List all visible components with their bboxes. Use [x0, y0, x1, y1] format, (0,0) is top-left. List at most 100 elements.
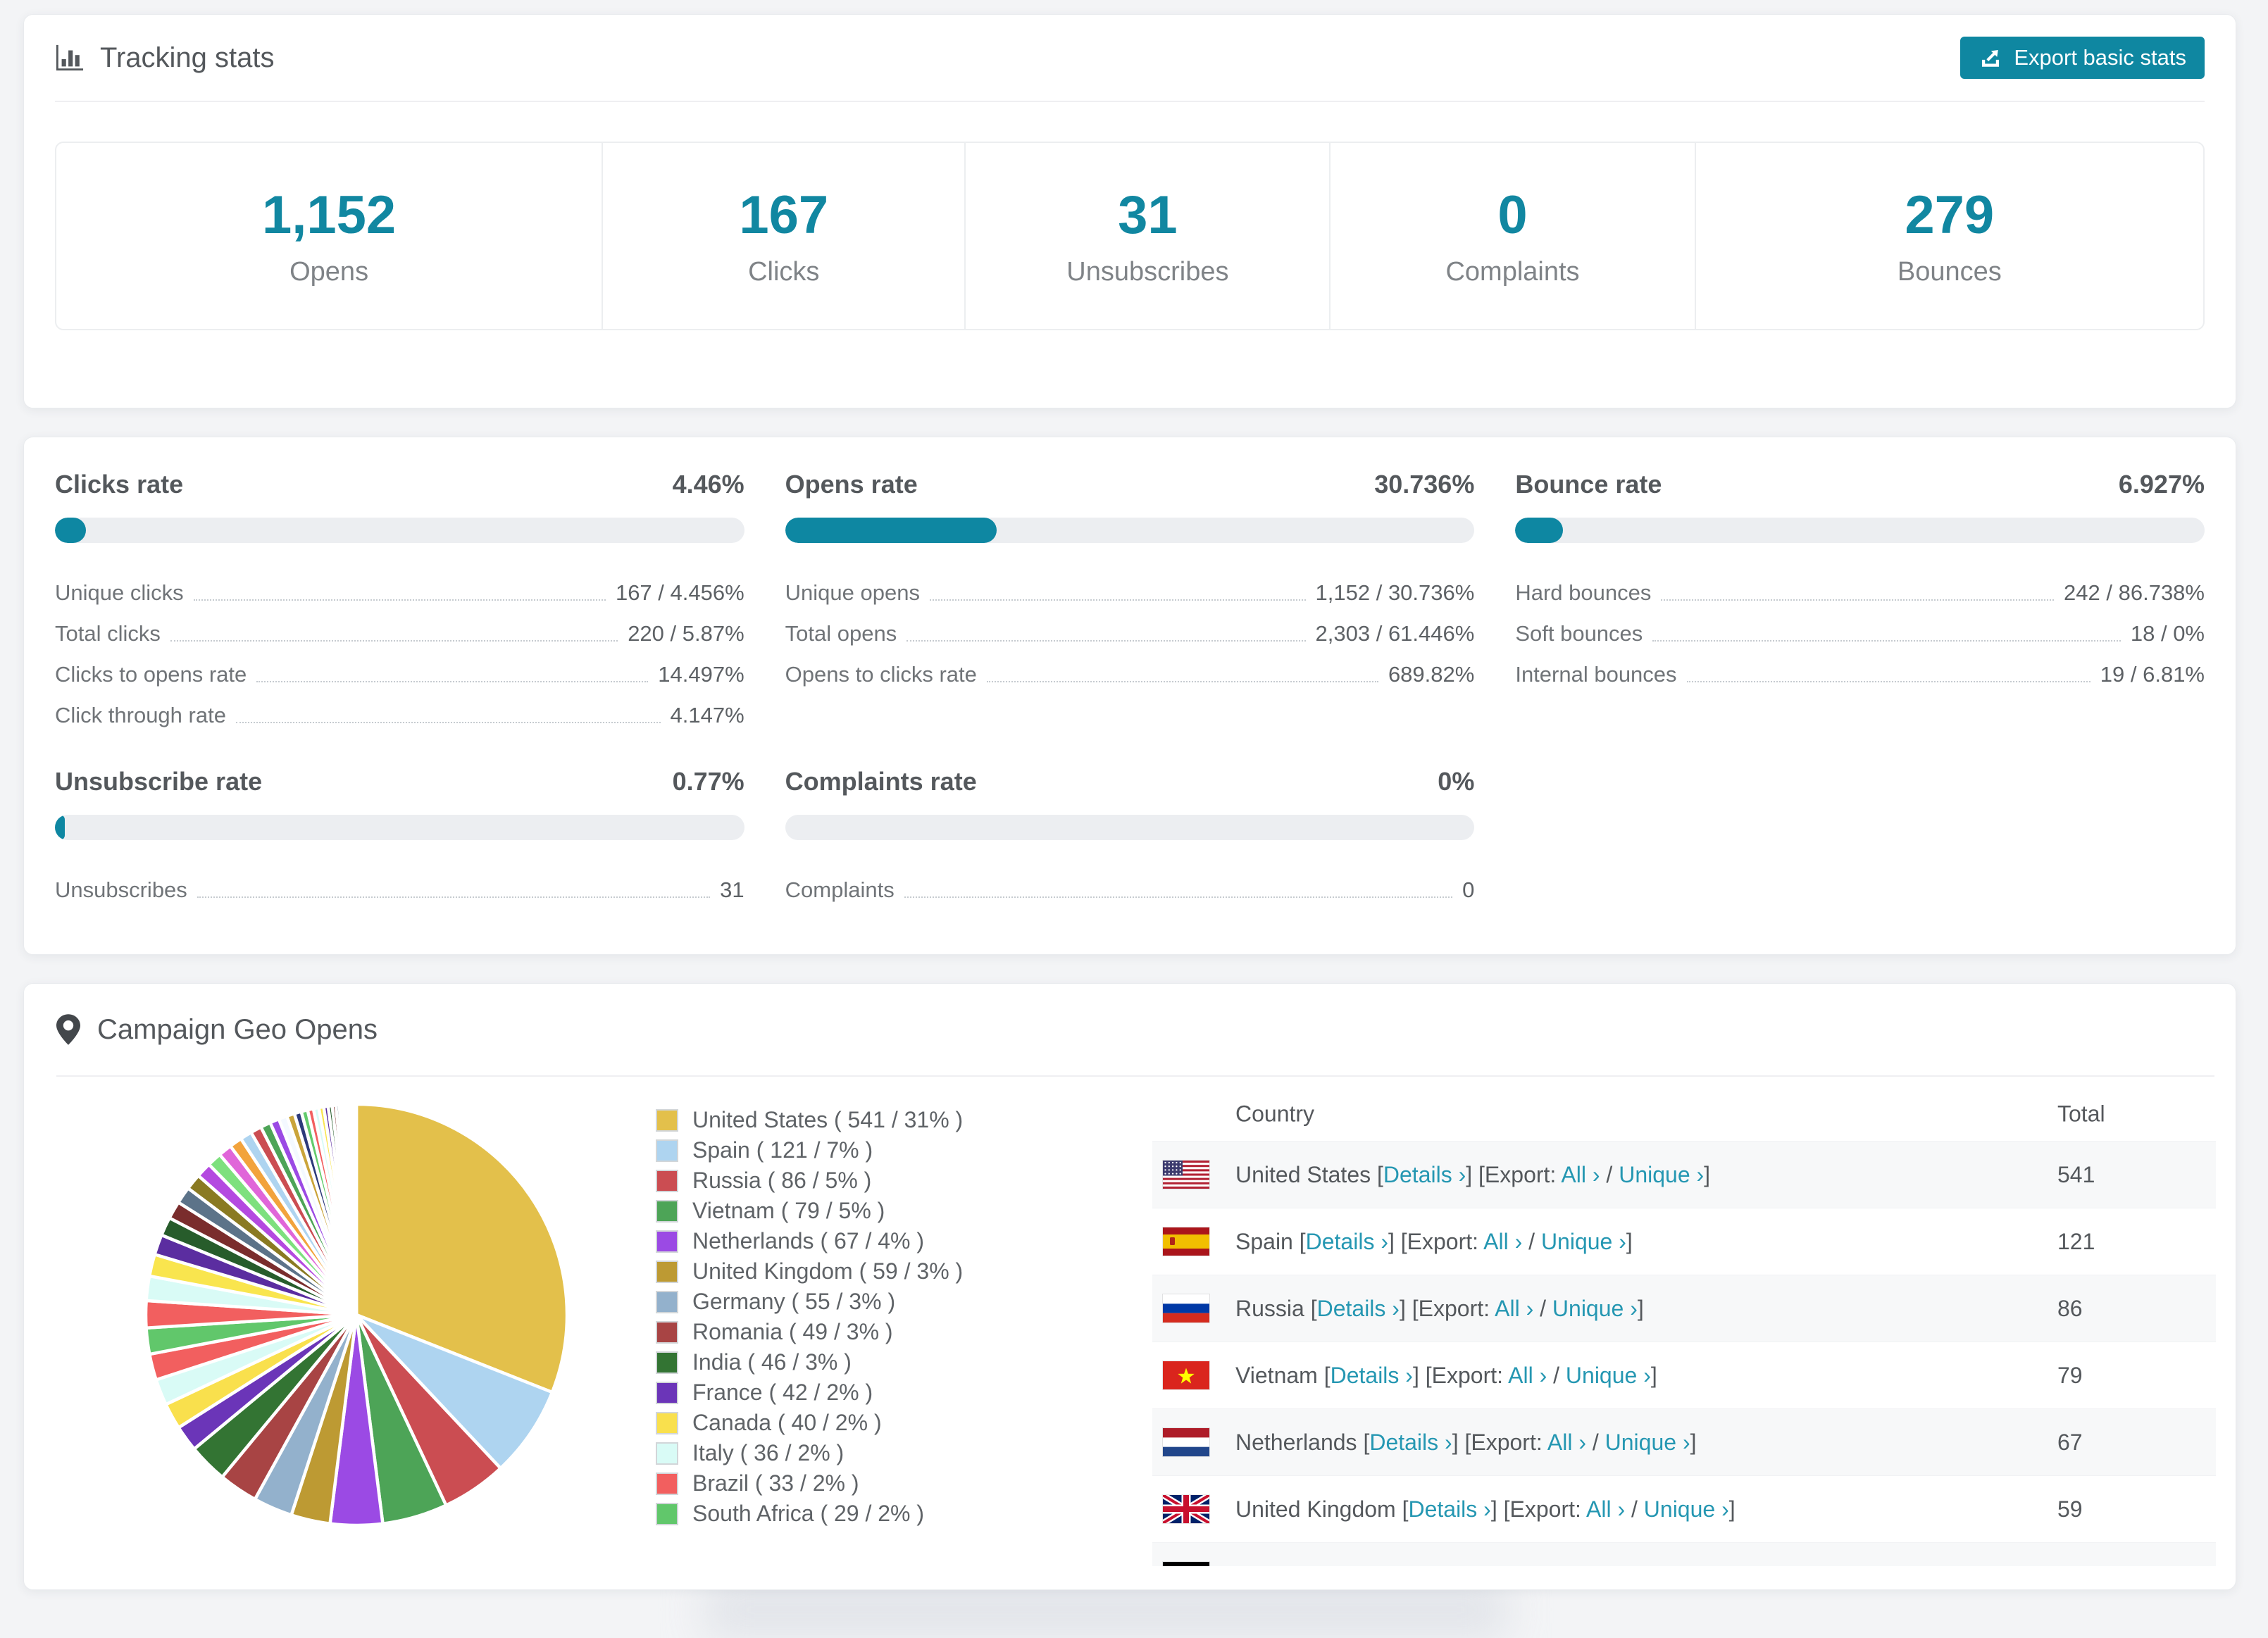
- export-unique-link-spain[interactable]: Unique ›: [1541, 1229, 1626, 1254]
- separator: /: [1522, 1229, 1541, 1254]
- legend-swatch: [656, 1199, 678, 1223]
- rate-detail-row: Total clicks 220 / 5.87%: [55, 611, 744, 651]
- tracking-stats-title-text: Tracking stats: [100, 42, 275, 73]
- geo-pie-legend: United States ( 541 / 31% ) Spain ( 121 /…: [656, 1105, 963, 1529]
- legend-label: Romania ( 49 / 3% ): [692, 1319, 893, 1344]
- geo-table-row-united-kingdom: United Kingdom [Details ›] [Export: All …: [1152, 1475, 2216, 1542]
- country-name: United Kingdom: [1235, 1496, 1396, 1522]
- stat-cell-unsubscribes: 31 Unsubscribes: [964, 143, 1329, 329]
- stat-label: Complaints: [1445, 257, 1580, 287]
- separator: /: [1625, 1496, 1644, 1522]
- rate-detail-row: Total opens 2,303 / 61.446%: [785, 611, 1475, 651]
- export-basic-stats-button[interactable]: Export basic stats: [1960, 37, 2205, 79]
- export-all-link-united-kingdom[interactable]: All ›: [1586, 1496, 1625, 1522]
- legend-item-united-states: United States ( 541 / 31% ): [656, 1105, 963, 1135]
- stat-value: 0: [1497, 185, 1528, 245]
- details-link-vietnam[interactable]: Details ›: [1331, 1363, 1413, 1388]
- legend-label: United States ( 541 / 31% ): [692, 1107, 964, 1132]
- rate-detail-label: Unsubscribes: [55, 877, 187, 902]
- details-link-spain[interactable]: Details ›: [1306, 1229, 1388, 1254]
- dotted-leader: [170, 640, 618, 642]
- rate-panel-unsubscribe-rate: Unsubscribe rate 0.77% Unsubscribes 31: [55, 767, 744, 908]
- dotted-leader: [929, 599, 1306, 601]
- progress-bar: [55, 815, 744, 840]
- bracket: [: [1377, 1162, 1383, 1187]
- tracking-stats-header: Tracking stats Export basic stats: [55, 15, 2205, 102]
- rate-detail-row: Complaints 0: [785, 867, 1475, 908]
- rate-head: Complaints rate 0%: [785, 767, 1475, 798]
- geo-pie-chart: [140, 1099, 573, 1531]
- flag-nl-icon: [1163, 1428, 1209, 1456]
- rate-panel-bounce-rate: Bounce rate 6.927% Hard bounces 242 / 86.73…: [1515, 470, 2205, 733]
- legend-label: Germany ( 55 / 3% ): [692, 1289, 896, 1314]
- export-all-link-spain[interactable]: All ›: [1483, 1229, 1522, 1254]
- details-link-netherlands[interactable]: Details ›: [1369, 1430, 1452, 1455]
- rate-detail-row: Clicks to opens rate 14.497%: [55, 651, 744, 692]
- legend-item-vietnam: Vietnam ( 79 / 5% ): [656, 1196, 963, 1226]
- export-all-link-netherlands[interactable]: All ›: [1547, 1430, 1586, 1455]
- rate-detail-value: 242 / 86.738%: [2064, 580, 2205, 605]
- rate-value: 30.736%: [1374, 470, 1475, 499]
- bracket: ]: [1650, 1363, 1657, 1388]
- progress-bar: [1515, 518, 2205, 543]
- rate-detail-label: Total opens: [785, 621, 897, 646]
- rate-detail-label: Click through rate: [55, 703, 226, 727]
- legend-item-united-kingdom: United Kingdom ( 59 / 3% ): [656, 1256, 963, 1287]
- separator: /: [1600, 1162, 1619, 1187]
- export-all-link-united-states[interactable]: All ›: [1561, 1162, 1600, 1187]
- legend-item-germany: Germany ( 55 / 3% ): [656, 1287, 963, 1317]
- rate-detail-value: 14.497%: [658, 662, 744, 687]
- geo-table-row-united-states: United States [Details ›] [Export: All ›…: [1152, 1141, 2216, 1208]
- dotted-leader: [193, 599, 606, 601]
- stat-value: 167: [739, 185, 829, 245]
- rate-detail-value: 167 / 4.456%: [615, 580, 744, 605]
- rate-detail-list: Unsubscribes 31: [55, 867, 744, 908]
- rate-title: Opens rate: [785, 470, 918, 499]
- rate-detail-row: Click through rate 4.147%: [55, 692, 744, 733]
- rate-value: 0%: [1438, 767, 1475, 796]
- bracket: ]: [1728, 1496, 1736, 1522]
- stat-label: Opens: [289, 257, 369, 287]
- progress-bar-fill: [55, 518, 86, 543]
- export-all-link-russia[interactable]: All ›: [1495, 1296, 1533, 1321]
- details-link-united-states[interactable]: Details ›: [1383, 1162, 1466, 1187]
- rate-detail-row: Opens to clicks rate 689.82%: [785, 651, 1475, 692]
- rate-detail-list: Unique clicks 167 / 4.456% Total clicks 220…: [55, 570, 744, 733]
- export-unique-link-united-kingdom[interactable]: Unique ›: [1644, 1496, 1729, 1522]
- bracket: ] [Export:: [1490, 1496, 1586, 1522]
- legend-label: Brazil ( 33 / 2% ): [692, 1470, 859, 1496]
- details-link-russia[interactable]: Details ›: [1317, 1296, 1400, 1321]
- country-name: Vietnam: [1235, 1363, 1318, 1388]
- flag-gb-icon: [1163, 1495, 1209, 1523]
- details-link-united-kingdom[interactable]: Details ›: [1408, 1496, 1490, 1522]
- export-unique-link-united-states[interactable]: Unique ›: [1619, 1162, 1704, 1187]
- flag-us-icon: [1163, 1161, 1209, 1189]
- rate-head: Clicks rate 4.46%: [55, 470, 744, 501]
- rate-detail-value: 4.147%: [670, 703, 744, 727]
- country-name: Spain: [1235, 1229, 1293, 1254]
- geo-row-country-cell: Russia [Details ›] [Export: All › / Uniq…: [1235, 1275, 1644, 1342]
- geo-row-total: 59: [2057, 1496, 2083, 1522]
- export-all-link-vietnam[interactable]: All ›: [1508, 1363, 1547, 1388]
- campaign-geo-opens-card: Campaign Geo Opens United States ( 541 /…: [23, 983, 2236, 1590]
- rate-detail-row: Internal bounces 19 / 6.81%: [1515, 651, 2205, 692]
- rate-head: Unsubscribe rate 0.77%: [55, 767, 744, 798]
- geo-row-country-cell: Netherlands [Details ›] [Export: All › /…: [1235, 1409, 1696, 1476]
- geo-row-total: 541: [2057, 1162, 2095, 1187]
- dotted-leader: [986, 681, 1378, 682]
- rates-grid: Clicks rate 4.46% Unique clicks 167 / 4.456…: [24, 437, 2236, 908]
- bracket: [: [1323, 1363, 1331, 1388]
- flag-ru-icon: [1163, 1294, 1209, 1323]
- legend-label: Spain ( 121 / 7% ): [692, 1137, 873, 1163]
- legend-label: United Kingdom ( 59 / 3% ): [692, 1258, 964, 1284]
- export-unique-link-russia[interactable]: Unique ›: [1552, 1296, 1638, 1321]
- legend-item-south-africa: South Africa ( 29 / 2% ): [656, 1499, 963, 1529]
- geo-table-row-partial: [1152, 1542, 2216, 1566]
- export-unique-link-vietnam[interactable]: Unique ›: [1566, 1363, 1651, 1388]
- tracking-stats-card: Tracking stats Export basic stats 1,152 O…: [23, 14, 2236, 408]
- geo-table-body: United States [Details ›] [Export: All ›…: [1152, 1141, 2216, 1566]
- export-unique-link-netherlands[interactable]: Unique ›: [1605, 1430, 1690, 1455]
- tracking-stats-title: Tracking stats: [55, 42, 274, 74]
- legend-label: India ( 46 / 3% ): [692, 1349, 852, 1375]
- rate-detail-value: 18 / 0%: [2130, 621, 2205, 646]
